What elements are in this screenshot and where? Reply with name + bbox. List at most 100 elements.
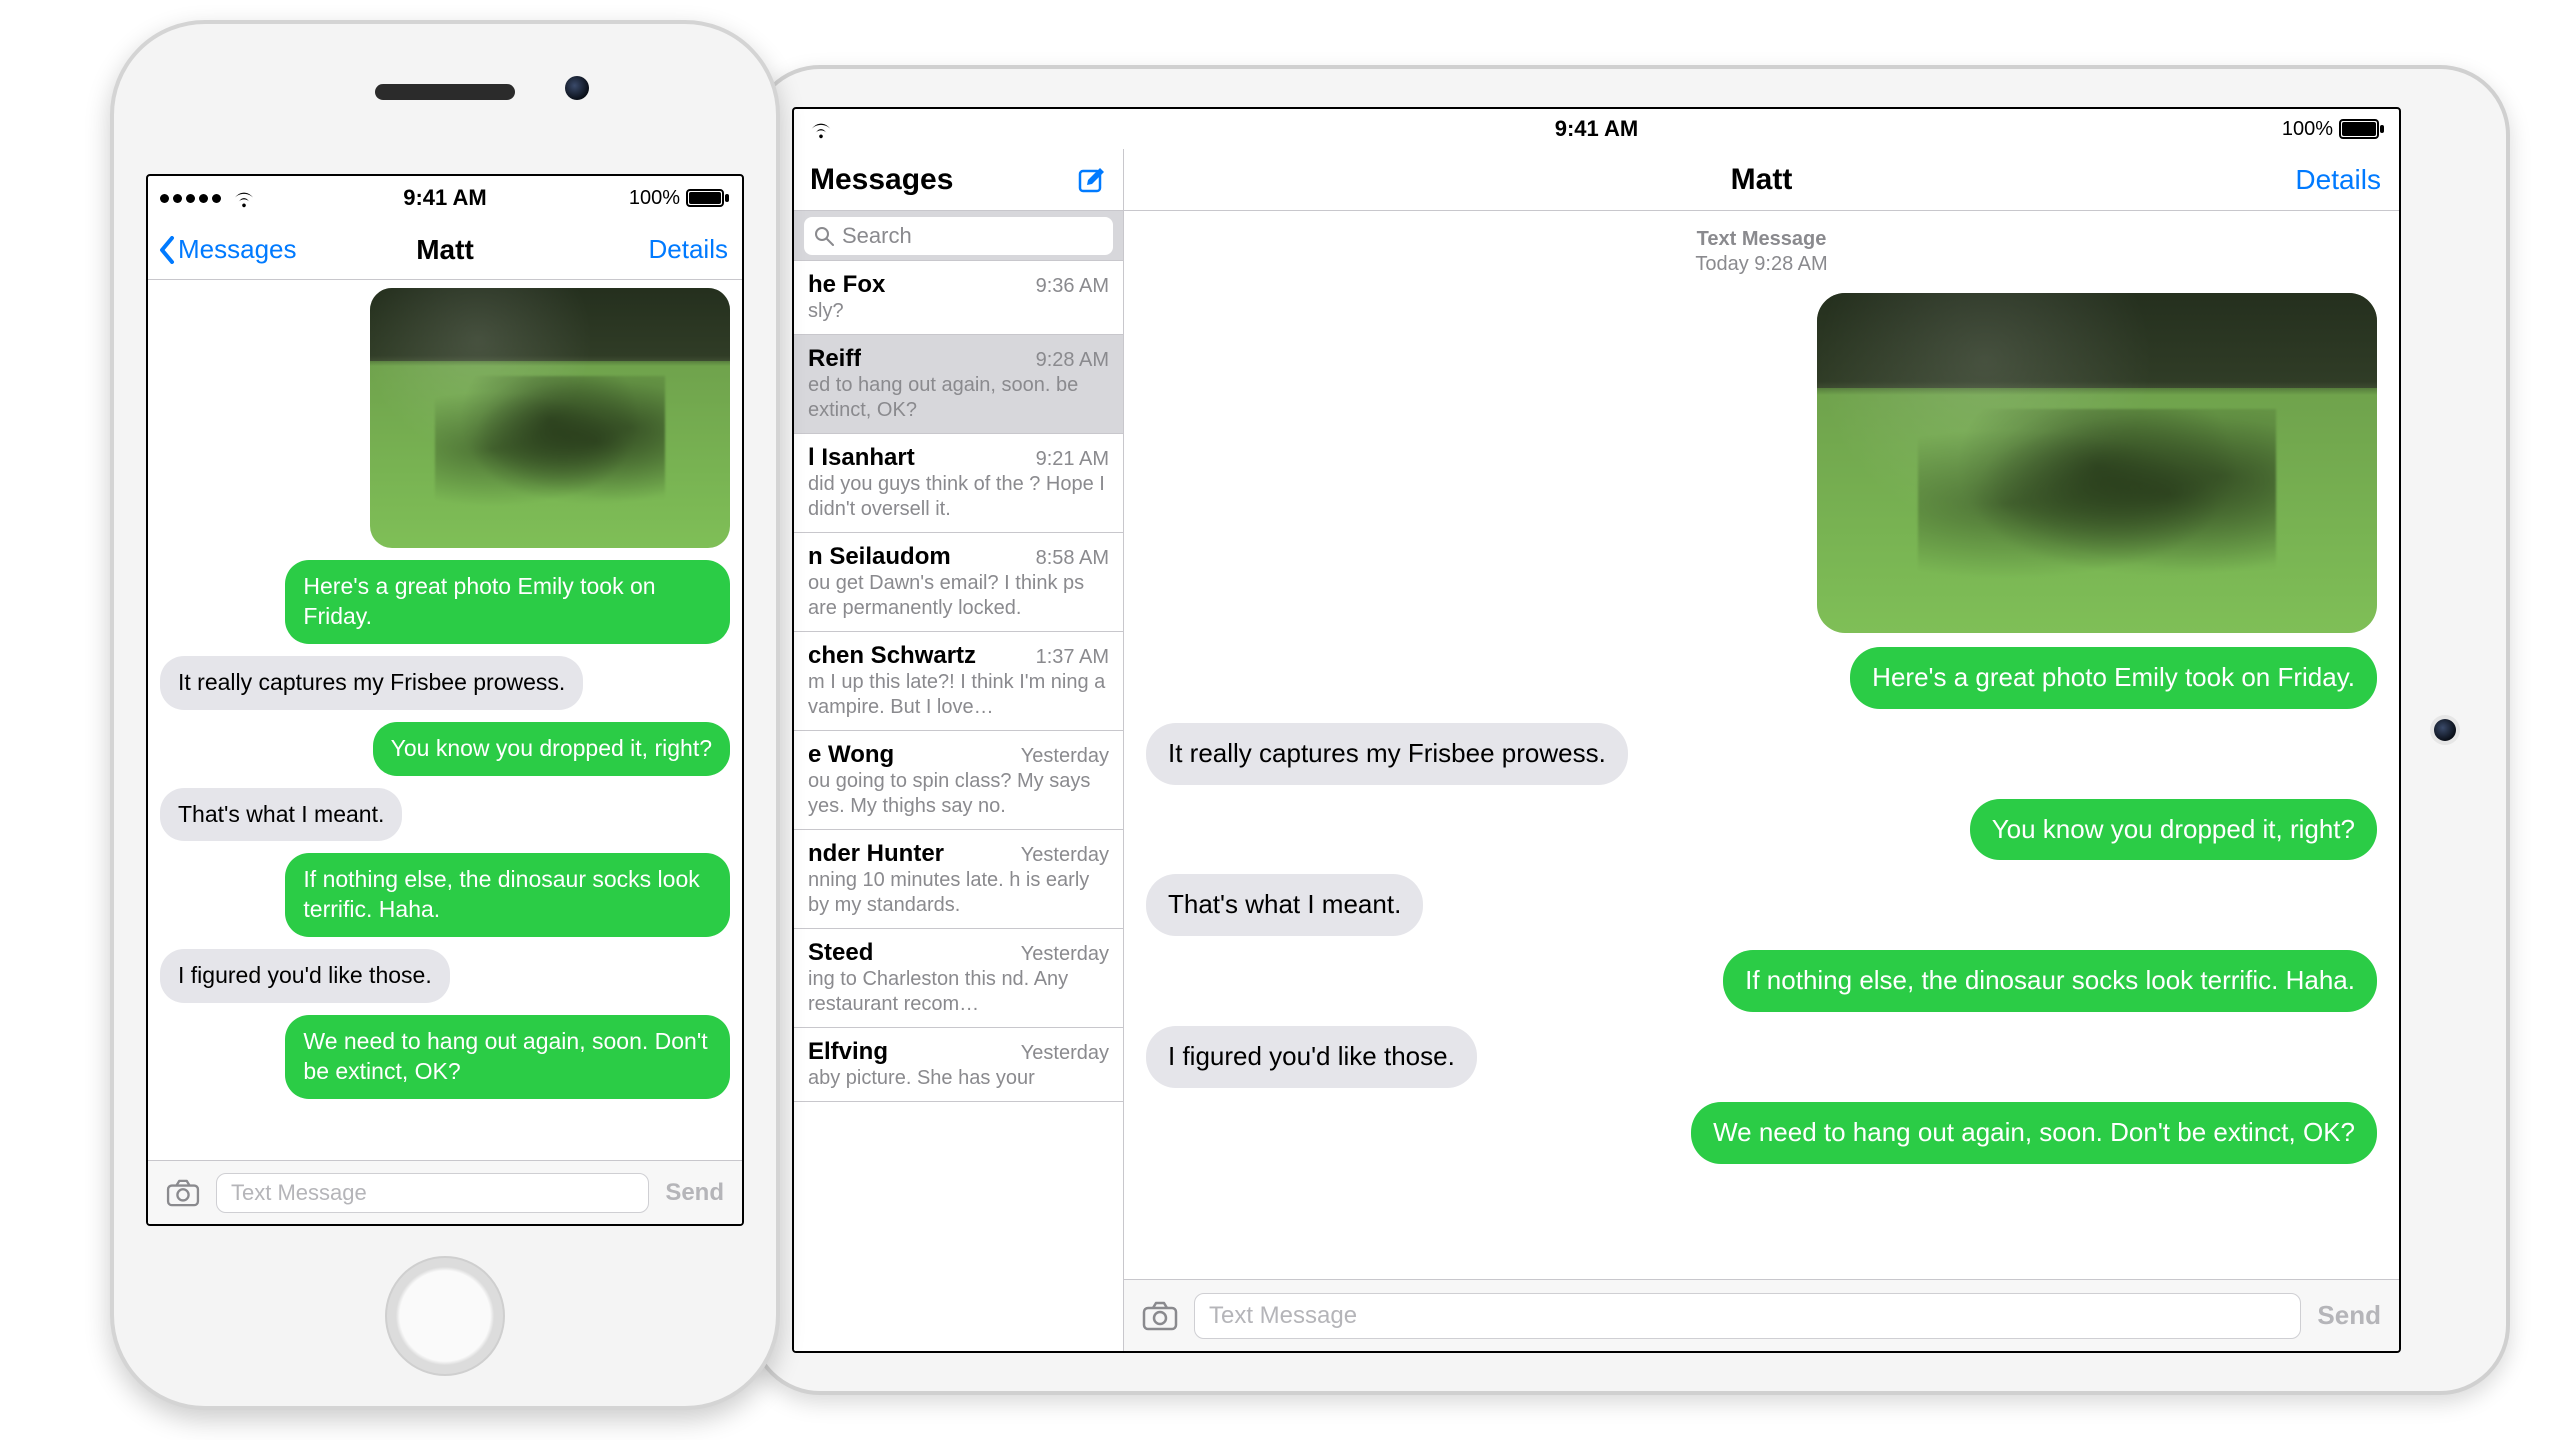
conversation-item[interactable]: ElfvingYesterdayaby picture. She has you… [794, 1028, 1123, 1102]
conversation-item[interactable]: Reiff9:28 AMed to hang out again, soon. … [794, 335, 1123, 434]
outgoing-bubble[interactable]: Here's a great photo Emily took on Frida… [1850, 647, 2377, 709]
iphone-battery-indicator: 100% [629, 187, 730, 210]
iphone-conversation-title: Matt [416, 234, 474, 266]
iphone-message-input[interactable] [216, 1173, 649, 1213]
iphone-nav-bar: Messages Matt Details [148, 220, 742, 280]
send-button[interactable]: Send [2317, 1300, 2381, 1331]
message-row: I figured you'd like those. [1146, 1026, 2377, 1088]
conversation-time: Yesterday [1021, 844, 1109, 867]
message-row: We need to hang out again, soon. Don't b… [1146, 1102, 2377, 1164]
iphone-device-frame: 9:41 AM 100% Messages Matt Details Here'… [110, 20, 780, 1410]
message-row: Here's a great photo Emily took on Frida… [1146, 647, 2377, 709]
message-row: It really captures my Frisbee prowess. [1146, 723, 2377, 785]
iphone-home-button[interactable] [385, 1256, 505, 1376]
ipad-status-time: 9:41 AM [794, 116, 2399, 142]
message-input[interactable] [1194, 1293, 2301, 1339]
iphone-front-camera [565, 76, 589, 100]
outgoing-bubble[interactable]: We need to hang out again, soon. Don't b… [1691, 1102, 2377, 1164]
message-row: I figured you'd like those. [160, 949, 730, 1003]
sidebar-search-row: Search [794, 211, 1123, 261]
conversation-item[interactable]: nder Hunter Yesterdaynning 10 minutes lat… [794, 830, 1123, 929]
iphone-camera-button[interactable] [166, 1179, 200, 1207]
message-thread[interactable]: Text Message Today 9:28 AM Here's a grea… [1124, 211, 2399, 1279]
message-row: That's what I meant. [1146, 874, 2377, 936]
conversation-preview: m I up this late?! I think I'm ning a va… [808, 670, 1109, 720]
conversation-time: 9:21 AM [1036, 448, 1109, 471]
ipad-device-frame: 9:41 AM 100% Messages [750, 65, 2510, 1395]
compose-button[interactable] [1077, 165, 1107, 195]
message-row: If nothing else, the dinosaur socks look… [1146, 950, 2377, 1012]
outgoing-bubble[interactable]: If nothing else, the dinosaur socks look… [1723, 950, 2377, 1012]
message-row: You know you dropped it, right? [1146, 799, 2377, 861]
message-row: Here's a great photo Emily took on Frida… [160, 560, 730, 644]
conversation-item[interactable]: SteedYesterdaying to Charleston this nd.… [794, 929, 1123, 1028]
conversation-main: Matt Details Text Message Today 9:28 AM … [1124, 149, 2399, 1351]
incoming-bubble[interactable]: It really captures my Frisbee prowess. [1146, 723, 1628, 785]
conversation-time: Yesterday [1021, 943, 1109, 966]
details-button[interactable]: Details [2295, 164, 2381, 196]
back-button[interactable]: Messages [158, 234, 297, 265]
conversation-time: 1:37 AM [1036, 646, 1109, 669]
message-row: That's what I meant. [160, 788, 730, 842]
ipad-battery-percent: 100% [2282, 118, 2333, 141]
conversation-name: Steed [808, 939, 873, 967]
iphone-wifi-icon [231, 188, 257, 208]
conversation-preview: sly? [808, 299, 1109, 324]
incoming-bubble[interactable]: That's what I meant. [160, 788, 402, 842]
iphone-speaker [375, 84, 515, 100]
conversation-item[interactable]: e WongYesterdayou going to spin class? M… [794, 731, 1123, 830]
chevron-left-icon [158, 236, 176, 264]
photo-message[interactable] [1817, 293, 2377, 633]
incoming-bubble[interactable]: I figured you'd like those. [1146, 1026, 1477, 1088]
conversation-preview: ed to hang out again, soon. be extinct, … [808, 373, 1109, 423]
message-row: It really captures my Frisbee prowess. [160, 656, 730, 710]
conversation-list[interactable]: he Fox9:36 AMsly?Reiff9:28 AMed to hang … [794, 261, 1123, 1351]
conversation-name: e Wong [808, 741, 894, 769]
iphone-send-button[interactable]: Send [665, 1179, 724, 1207]
iphone-message-composer: Send [148, 1160, 742, 1224]
ipad-front-camera [2434, 719, 2456, 741]
conversation-preview: nning 10 minutes late. h is early by my … [808, 868, 1109, 918]
thread-timestamp: Text Message Today 9:28 AM [1695, 227, 1827, 277]
conversation-preview: did you guys think of the ? Hope I didn'… [808, 472, 1109, 522]
outgoing-bubble[interactable]: We need to hang out again, soon. Don't b… [285, 1015, 730, 1099]
search-input[interactable]: Search [804, 217, 1113, 255]
timestamp-when: Today 9:28 AM [1695, 252, 1827, 277]
conversation-preview: aby picture. She has your [808, 1066, 1109, 1091]
message-row: We need to hang out again, soon. Don't b… [160, 1015, 730, 1099]
ipad-battery-indicator: 100% [2282, 118, 2385, 141]
conversation-name: he Fox [808, 271, 885, 299]
iphone-status-bar: 9:41 AM 100% [148, 176, 742, 220]
camera-button[interactable] [1142, 1301, 1178, 1331]
iphone-signal-group [160, 188, 257, 208]
sidebar-title: Messages [810, 163, 953, 197]
search-icon [814, 226, 834, 246]
incoming-bubble[interactable]: That's what I meant. [1146, 874, 1423, 936]
conversation-name: chen Schwartz [808, 642, 976, 670]
incoming-bubble[interactable]: It really captures my Frisbee prowess. [160, 656, 583, 710]
outgoing-bubble[interactable]: Here's a great photo Emily took on Frida… [285, 560, 730, 644]
conversation-time: Yesterday [1021, 1042, 1109, 1065]
conversation-name: nder Hunter [808, 840, 944, 868]
conversation-item[interactable]: he Fox9:36 AMsly? [794, 261, 1123, 335]
outgoing-bubble[interactable]: You know you dropped it, right? [373, 722, 730, 776]
ipad-screen: 9:41 AM 100% Messages [792, 107, 2401, 1353]
conversation-item[interactable]: l Isanhart9:21 AMdid you guys think of t… [794, 434, 1123, 533]
conversation-item[interactable]: chen Schwartz 1:37 AMm I up this late?! I… [794, 632, 1123, 731]
iphone-screen: 9:41 AM 100% Messages Matt Details Here'… [146, 174, 744, 1226]
photo-message[interactable] [370, 288, 730, 548]
conversation-sidebar: Messages Search he Fox9:36 AM [794, 149, 1124, 1351]
iphone-message-thread[interactable]: Here's a great photo Emily took on Frida… [148, 280, 742, 1160]
outgoing-bubble[interactable]: You know you dropped it, right? [1970, 799, 2377, 861]
conversation-preview: ou get Dawn's email? I think ps are perm… [808, 571, 1109, 621]
ipad-wifi-icon [808, 119, 834, 139]
conversation-header: Matt Details [1124, 149, 2399, 211]
conversation-time: Yesterday [1021, 745, 1109, 768]
back-label: Messages [178, 234, 297, 265]
conversation-title: Matt [1731, 163, 1793, 197]
outgoing-bubble[interactable]: If nothing else, the dinosaur socks look… [285, 853, 730, 937]
signal-dots-icon [160, 194, 221, 203]
incoming-bubble[interactable]: I figured you'd like those. [160, 949, 450, 1003]
conversation-item[interactable]: n Seilaudom8:58 AMou get Dawn's email? I… [794, 533, 1123, 632]
iphone-details-button[interactable]: Details [649, 234, 728, 265]
